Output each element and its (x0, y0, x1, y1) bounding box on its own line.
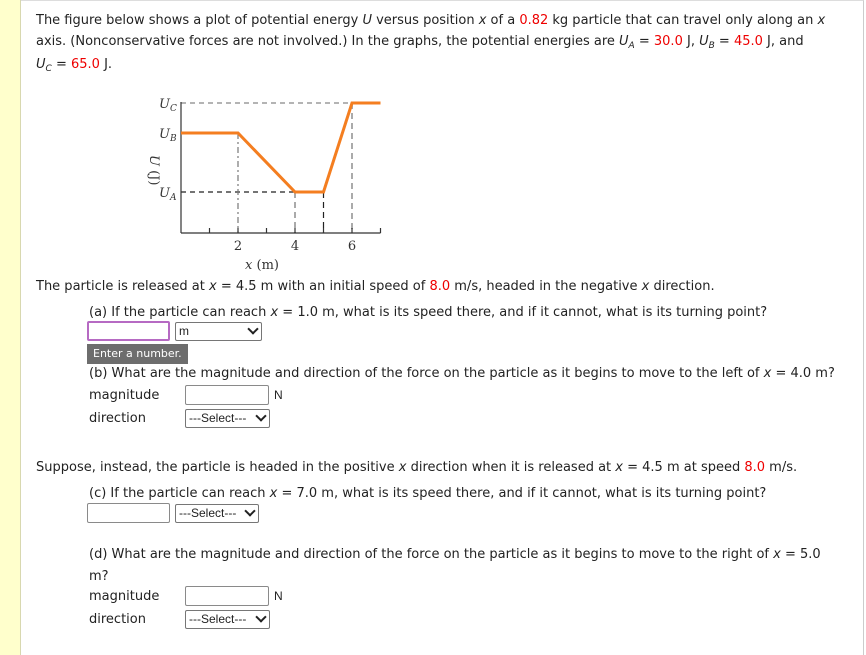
part-b-direction-select[interactable]: ---Select--- (185, 409, 270, 428)
part-a-answer-input[interactable] (87, 321, 170, 341)
enter-number-tooltip: Enter a number. (87, 344, 188, 364)
part-b-magnitude-input[interactable] (185, 385, 269, 405)
x-tick-label: 6 (348, 239, 356, 254)
potential-energy-curve (181, 101, 381, 194)
x-tick-labels: 2 4 6 (234, 239, 356, 254)
level-label-ub: UB (159, 127, 177, 144)
part-d-magnitude-input[interactable] (185, 586, 269, 606)
question-margin-strip (0, 0, 21, 655)
axes (180, 102, 382, 234)
y-axis-label: U (J) (146, 155, 161, 185)
part-a-unit-select[interactable]: m (175, 322, 262, 341)
intro-line-2: axis. (Nonconservative forces are not in… (36, 34, 804, 51)
part-b-direction-label: direction (89, 411, 146, 426)
x-tick-label: 4 (291, 239, 299, 254)
part-d-question-cont: m? (89, 569, 109, 584)
ua-value: 30.0 (653, 34, 683, 49)
intro-line-1: The figure below shows a plot of potenti… (36, 13, 826, 28)
part-d-unit: N (274, 589, 283, 603)
part-a-question: (a) If the particle can reach x = 1.0 m,… (89, 305, 768, 320)
speed-value-1: 8.0 (429, 279, 451, 294)
x-tick-label: 2 (234, 239, 242, 254)
part-c-question: (c) If the particle can reach x = 7.0 m,… (89, 486, 767, 501)
potential-energy-graph: U (J) x (m) UC UB UA 2 4 6 (146, 97, 382, 273)
uc-value: 65.0 (70, 57, 100, 72)
release-statement-1: The particle is released at x = 4.5 m wi… (36, 279, 715, 294)
speed-value-2: 8.0 (744, 460, 766, 475)
part-b-unit: N (274, 388, 283, 402)
part-d-question: (d) What are the magnitude and direction… (89, 547, 821, 562)
x-axis-label: x (m) (245, 258, 279, 273)
dashed-guides (181, 102, 353, 233)
level-labels: UC UB UA (159, 97, 177, 203)
part-d-direction-label: direction (89, 612, 146, 627)
level-label-uc: UC (159, 97, 177, 114)
chevron-down-icon (255, 410, 267, 422)
part-c-unit-select[interactable]: ---Select--- (175, 504, 259, 523)
chevron-down-icon (247, 323, 259, 335)
chevron-down-icon (244, 505, 256, 517)
mass-value: 0.82 (519, 13, 549, 28)
ub-value: 45.0 (733, 34, 763, 49)
chevron-down-icon (255, 611, 267, 623)
part-c-answer-input[interactable] (87, 503, 170, 523)
part-b-magnitude-label: magnitude (89, 388, 160, 403)
part-d-direction-select[interactable]: ---Select--- (185, 610, 270, 629)
intro-line-3: UC = 65.0 J. (36, 57, 113, 74)
level-label-ua: UA (159, 186, 177, 203)
part-d-magnitude-label: magnitude (89, 589, 160, 604)
part-b-question: (b) What are the magnitude and direction… (89, 366, 835, 381)
release-statement-2: Suppose, instead, the particle is headed… (36, 460, 798, 475)
